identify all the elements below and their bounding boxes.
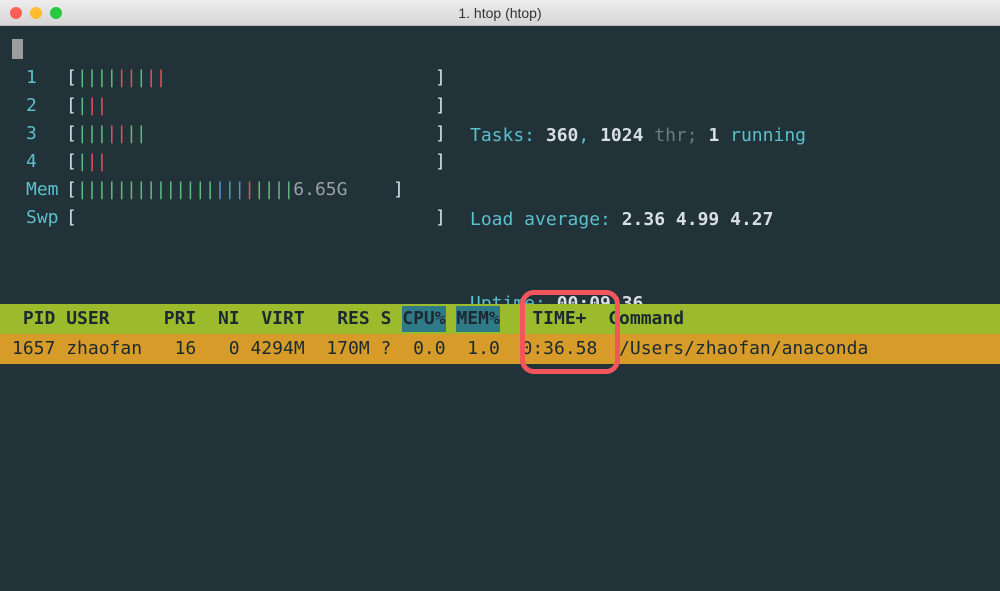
cursor-icon [12, 39, 23, 59]
cell-pri: 16 [175, 338, 197, 359]
col-pri[interactable]: PRI [164, 308, 197, 329]
process-row[interactable]: 1657 zhaofan 16 0 4294M 170M ? 0.0 1.0 0… [0, 334, 1000, 364]
col-res[interactable]: RES [337, 308, 370, 329]
traffic-lights [10, 7, 62, 19]
minimize-icon[interactable] [30, 7, 42, 19]
close-icon[interactable] [10, 7, 22, 19]
col-s[interactable]: S [381, 308, 392, 329]
cell-cpu: 0.0 [413, 338, 446, 359]
col-time[interactable]: TIME+ [532, 308, 586, 329]
cell-res: 170M [326, 338, 369, 359]
cell-s: ? [381, 338, 392, 359]
terminal-content[interactable]: 1[|||||||||] 2[|||] 3[|||||||] 4[|||] Me… [0, 26, 1000, 591]
process-table-header[interactable]: PID USER PRI NI VIRT RES S CPU% MEM% TIM… [0, 304, 1000, 334]
cell-pid: 1657 [12, 338, 55, 359]
terminal-window: 1. htop (htop) 1[|||||||||] 2[|||] 3[|||… [0, 0, 1000, 591]
col-user[interactable]: USER [66, 308, 109, 329]
cell-time: 0:36.58 [521, 338, 597, 359]
tasks-line: Tasks: 360, 1024 thr; 1 running [470, 122, 806, 150]
cell-ni: 0 [229, 338, 240, 359]
col-command[interactable]: Command [608, 308, 684, 329]
col-mem[interactable]: MEM% [456, 306, 499, 332]
maximize-icon[interactable] [50, 7, 62, 19]
window-title: 1. htop (htop) [0, 5, 1000, 21]
load-line: Load average: 2.36 4.99 4.27 [470, 206, 806, 234]
col-ni[interactable]: NI [218, 308, 240, 329]
titlebar: 1. htop (htop) [0, 0, 1000, 26]
cell-command: /Users/zhaofan/anaconda [619, 338, 868, 359]
col-virt[interactable]: VIRT [261, 308, 304, 329]
cell-mem: 1.0 [467, 338, 500, 359]
cell-user: zhaofan [66, 338, 142, 359]
cell-virt: 4294M [250, 338, 304, 359]
col-cpu[interactable]: CPU% [402, 306, 445, 332]
col-pid[interactable]: PID [12, 308, 55, 329]
